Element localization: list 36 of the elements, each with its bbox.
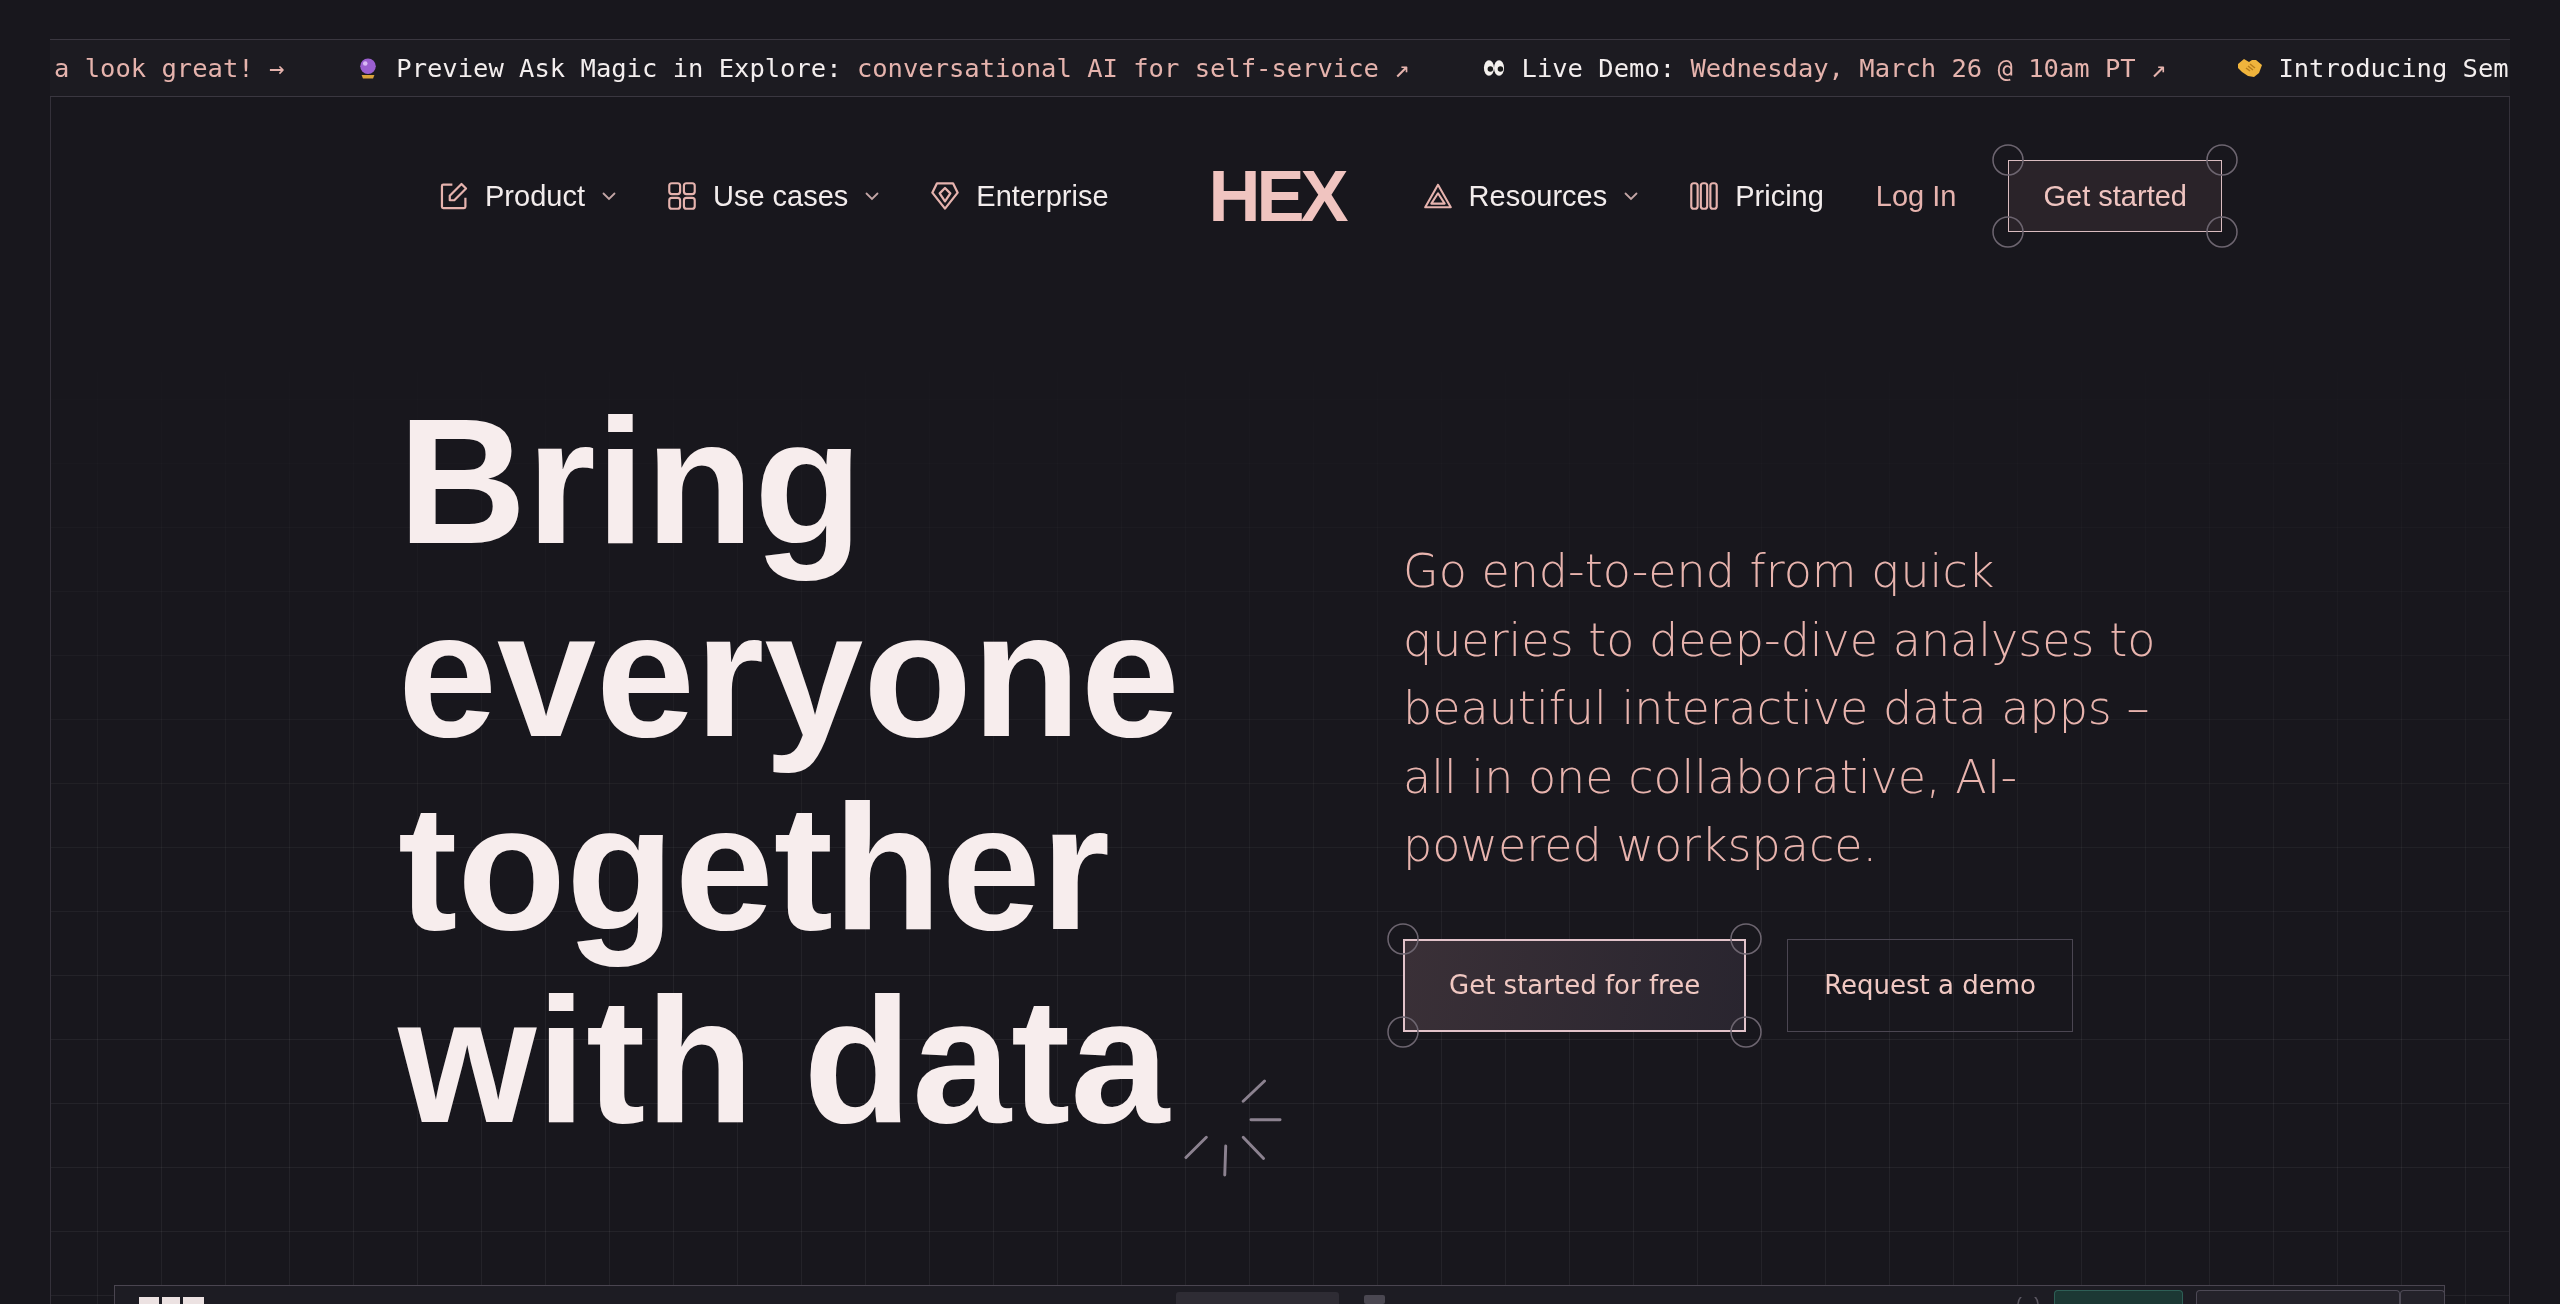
primary-cta-button[interactable]: Get started for free — [1403, 938, 1747, 1032]
triangle-icon — [1423, 182, 1452, 210]
corner-ring-icon — [1730, 922, 1763, 955]
announcement-link[interactable]: Preview Ask Magic in Explore: conversational AI for self-service ↗ — [356, 53, 1410, 83]
gem-icon — [931, 182, 960, 210]
login-link[interactable]: Log In — [1875, 179, 1957, 213]
announcement-link[interactable]: a look great! → — [54, 53, 285, 83]
corner-ring-icon — [1387, 1015, 1419, 1048]
corner-ring-icon — [1387, 922, 1419, 955]
secondary-cta-button[interactable]: Request a demo — [1787, 938, 2073, 1032]
announcement-link[interactable]: Live Demo: Wednesday, March 26 @ 10am PT ↗ — [1481, 53, 2167, 83]
corner-ring-icon — [1992, 144, 2025, 176]
nav-link[interactable]: Product — [440, 179, 616, 213]
bars-icon — [1690, 182, 1719, 210]
nav-link[interactable]: Enterprise — [931, 179, 1109, 213]
nav-link[interactable]: Use cases — [667, 179, 880, 213]
announcement-link[interactable]: Introducing Sem — [2238, 53, 2509, 83]
nav-link[interactable]: Resources — [1423, 179, 1639, 213]
corner-ring-icon — [2205, 216, 2238, 248]
corner-ring-icon — [2205, 144, 2238, 176]
preview-menu-button[interactable] — [2400, 1290, 2445, 1304]
handshake-icon — [2238, 57, 2263, 79]
preview-button[interactable] — [2196, 1290, 2400, 1304]
hero-heading: Bring everyone together with data — [398, 385, 1180, 1157]
get-started-button[interactable]: Get started — [2008, 160, 2222, 232]
grid-icon — [667, 182, 696, 210]
corner-ring-icon — [1730, 1015, 1763, 1048]
preview-logo-icon — [139, 1297, 204, 1304]
eyes-icon — [1481, 57, 1506, 79]
hero-description: Go end-to-end from quick queries to deep-dive analyses to beautiful interactive data apps – all in one collaborative, AI-powered workspace. — [1403, 543, 2157, 875]
preview-button[interactable] — [2054, 1290, 2183, 1304]
corner-ring-icon — [1992, 216, 2025, 248]
nav-link[interactable]: Pricing — [1690, 179, 1824, 213]
sparkle-icon — [1183, 1079, 1282, 1177]
pencil-square-icon — [440, 182, 468, 210]
site-logo[interactable]: HEX — [1208, 160, 1345, 232]
